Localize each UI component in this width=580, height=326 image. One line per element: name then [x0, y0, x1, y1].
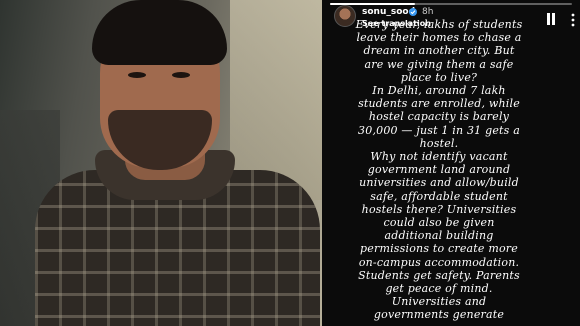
- left-eye: [128, 72, 146, 78]
- story-header: sonu_sood 8h See translation: [334, 5, 575, 28]
- post-time: 8h: [422, 7, 434, 17]
- story-text: Every year, lakhs of students leave thei…: [355, 18, 523, 322]
- see-translation-link[interactable]: See translation: [362, 19, 431, 28]
- story-panel: Every year, lakhs of students leave thei…: [322, 0, 580, 326]
- username[interactable]: sonu_sood: [362, 7, 415, 17]
- story-viewer: Every year, lakhs of students leave thei…: [0, 0, 580, 326]
- hair: [92, 0, 227, 65]
- more-vertical-icon[interactable]: [570, 13, 576, 27]
- pause-icon[interactable]: [546, 13, 556, 25]
- right-eye: [172, 72, 190, 78]
- avatar[interactable]: [334, 5, 356, 27]
- verified-badge-icon: [409, 8, 417, 16]
- portrait-photo: [0, 0, 322, 326]
